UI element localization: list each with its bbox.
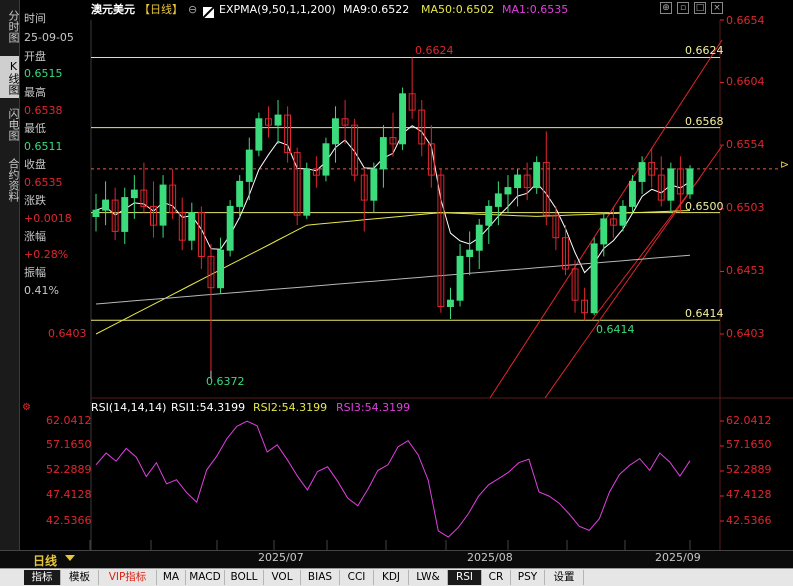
candle-body bbox=[379, 137, 387, 170]
price-tick: 0.6403 bbox=[726, 327, 765, 340]
period-button[interactable]: 日线 bbox=[33, 552, 57, 569]
candle-body bbox=[236, 180, 244, 207]
rsi-tick-right: 57.1650 bbox=[726, 438, 772, 451]
candle-body bbox=[466, 249, 474, 257]
candle-body bbox=[255, 118, 263, 151]
candle-body bbox=[514, 174, 521, 189]
time-tick: 2025/09 bbox=[655, 551, 701, 564]
rsi-tick-left: 57.1650 bbox=[46, 438, 92, 451]
candle-body bbox=[629, 180, 636, 207]
rsi-tick-right: 62.0412 bbox=[726, 414, 772, 427]
tab-settings[interactable]: 设置 bbox=[545, 570, 584, 585]
rsi-tick-left: 47.4128 bbox=[46, 488, 92, 501]
price-tick: 0.6654 bbox=[726, 14, 765, 27]
candle-body bbox=[121, 197, 129, 232]
candle-body bbox=[274, 114, 282, 126]
channel-mid-line bbox=[591, 177, 701, 321]
tab-ma[interactable]: MA bbox=[157, 570, 186, 585]
rsi-tick-left: 62.0412 bbox=[46, 414, 92, 427]
tab-lwr[interactable]: LW& bbox=[409, 570, 448, 585]
price-tick: 0.6604 bbox=[726, 75, 765, 88]
candle-body bbox=[686, 168, 694, 195]
tab-indicators[interactable]: 指标 bbox=[24, 570, 61, 585]
time-tick: 2025/08 bbox=[467, 551, 513, 564]
candle-body bbox=[130, 189, 138, 199]
rsi-line bbox=[95, 420, 691, 538]
tab-templates[interactable]: 模板 bbox=[61, 570, 99, 585]
rsi-title[interactable]: RSI(14,14,14) bbox=[91, 401, 166, 415]
rsi-tick-left: 52.2889 bbox=[46, 463, 92, 476]
tab-cci[interactable]: CCI bbox=[340, 570, 374, 585]
candle-body bbox=[456, 255, 464, 301]
tab-macd[interactable]: MACD bbox=[186, 570, 225, 585]
candle-body bbox=[590, 243, 598, 314]
candle-body bbox=[217, 249, 225, 289]
period-dropdown-icon[interactable] bbox=[65, 555, 75, 561]
level-label-1: 0.6624 bbox=[685, 44, 724, 57]
rsi-tick-left: 42.5366 bbox=[46, 514, 92, 527]
candle-body bbox=[533, 162, 541, 189]
candle-body bbox=[92, 209, 100, 217]
rsi-tick-right: 42.5366 bbox=[726, 514, 772, 527]
candle-body bbox=[159, 184, 167, 226]
rsi3-value: RSI3:54.3199 bbox=[336, 401, 411, 414]
candle-body bbox=[475, 224, 483, 251]
candle-body bbox=[667, 168, 675, 201]
candle-body bbox=[370, 168, 378, 201]
candle-body bbox=[303, 168, 311, 216]
rsi-scale-icon[interactable]: ⚙ bbox=[22, 402, 31, 413]
trading-app: 分时图 K线图 闪电图 合约资料 时间 25-09-05 开盘 0.6515 最… bbox=[0, 0, 793, 586]
indicator-tab-bar: 指标 模板 VIP指标 MA MACD BOLL VOL BIAS CCI KD… bbox=[0, 568, 793, 586]
tab-rsi[interactable]: RSI bbox=[448, 570, 482, 585]
rsi2-value: RSI2:54.3199 bbox=[253, 401, 328, 414]
candle-body bbox=[600, 218, 608, 245]
tab-vip-indicators[interactable]: VIP指标 bbox=[99, 570, 157, 585]
time-tick: 2025/07 bbox=[258, 551, 304, 564]
candle-body bbox=[332, 118, 339, 145]
candle-body bbox=[504, 187, 512, 195]
candle-body bbox=[226, 205, 234, 251]
high-annotation: 0.6624 bbox=[415, 44, 454, 57]
left-price-tick: 0.6403 bbox=[48, 327, 87, 340]
level-label-4: 0.6414 bbox=[685, 307, 724, 320]
candle-body bbox=[322, 143, 330, 176]
kline-chart[interactable] bbox=[0, 0, 793, 585]
candle-body bbox=[399, 93, 407, 145]
candle-body bbox=[638, 162, 646, 182]
tab-bias[interactable]: BIAS bbox=[301, 570, 340, 585]
candle-body bbox=[245, 149, 253, 182]
rsi1-value: RSI1:54.3199 bbox=[171, 401, 246, 414]
candle-body bbox=[102, 199, 109, 211]
price-tick: 0.6554 bbox=[726, 138, 765, 151]
candle-body bbox=[447, 299, 454, 308]
current-price-marker-icon: ⊳ bbox=[780, 158, 790, 171]
rsi-tick-right: 47.4128 bbox=[726, 488, 772, 501]
ma1-line bbox=[95, 254, 691, 305]
level-label-2: 0.6568 bbox=[685, 115, 724, 128]
level-label-3: 0.6500 bbox=[685, 200, 724, 213]
tab-psy[interactable]: PSY bbox=[511, 570, 545, 585]
time-axis-bar: 日线 2025/07 2025/08 2025/09 bbox=[0, 550, 793, 569]
price-tick: 0.6503 bbox=[726, 201, 765, 214]
valley-annotation: 0.6414 bbox=[596, 323, 635, 336]
tab-boll[interactable]: BOLL bbox=[225, 570, 264, 585]
candle-body bbox=[619, 205, 627, 226]
candle-body bbox=[494, 193, 502, 207]
candle-body bbox=[188, 212, 196, 241]
tab-vol[interactable]: VOL bbox=[264, 570, 301, 585]
rsi-tick-right: 52.2889 bbox=[726, 463, 772, 476]
tab-kdj[interactable]: KDJ bbox=[374, 570, 409, 585]
price-tick: 0.6453 bbox=[726, 264, 765, 277]
low-annotation: 0.6372 bbox=[206, 375, 245, 388]
tab-cr[interactable]: CR bbox=[482, 570, 511, 585]
candle-body bbox=[485, 205, 493, 226]
